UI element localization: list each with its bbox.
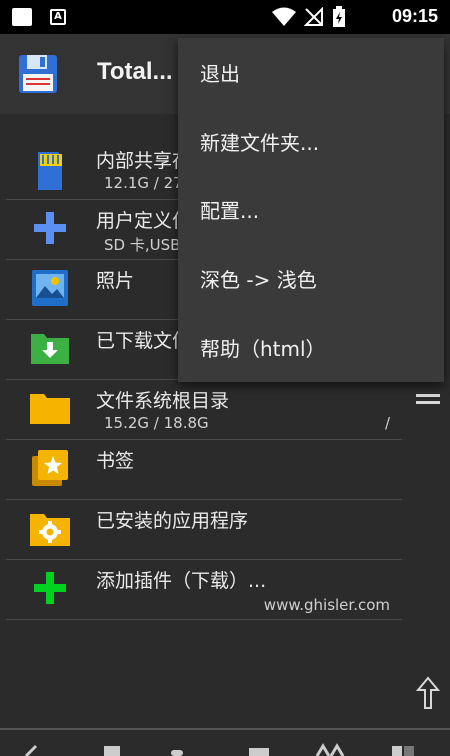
menu-item-settings[interactable]: 配置... bbox=[178, 176, 444, 245]
list-item-add-plugins[interactable]: 添加插件（下载）... www.ghisler.com bbox=[0, 560, 450, 620]
item-url: www.ghisler.com bbox=[263, 596, 390, 614]
list-item-root-filesystem[interactable]: 文件系统根目录 15.2G / 18.8G / bbox=[0, 380, 450, 440]
status-bar: A 09:15 bbox=[0, 0, 450, 34]
notification-square-icon bbox=[12, 8, 32, 26]
notification-a-icon: A bbox=[50, 9, 66, 25]
no-signal-icon bbox=[304, 7, 323, 26]
list-item-bookmarks[interactable]: 书签 bbox=[0, 440, 450, 500]
photo-icon bbox=[32, 270, 68, 306]
wifi-icon bbox=[272, 7, 296, 26]
item-subtitle: SD 卡,USB bbox=[104, 236, 181, 254]
bookmark-star-icon bbox=[32, 450, 68, 486]
list-item-installed-apps[interactable]: 已安装的应用程序 bbox=[0, 500, 450, 560]
folder-icon bbox=[30, 394, 70, 424]
item-title: 书签 bbox=[96, 450, 135, 472]
plus-icon bbox=[34, 212, 66, 244]
menu-item-exit[interactable]: 退出 bbox=[178, 38, 444, 107]
item-path: / bbox=[384, 414, 390, 432]
clock: 09:15 bbox=[391, 6, 438, 26]
item-title: 照片 bbox=[96, 270, 135, 292]
battery-charging-icon bbox=[333, 6, 345, 27]
menu-item-theme-toggle[interactable]: 深色 -> 浅色 bbox=[178, 244, 444, 313]
item-title: 文件系统根目录 bbox=[96, 390, 230, 412]
item-subtitle: 12.1G / 27 bbox=[104, 174, 183, 192]
hamburger-menu-icon[interactable] bbox=[416, 394, 440, 410]
app-folder-gear-icon bbox=[30, 514, 70, 546]
sd-card-icon bbox=[38, 152, 62, 190]
floppy-disk-icon[interactable] bbox=[18, 54, 58, 94]
item-title: 添加插件（下载）... bbox=[96, 570, 267, 592]
download-folder-icon bbox=[31, 334, 69, 364]
item-title: 已安装的应用程序 bbox=[96, 510, 249, 532]
menu-item-new-folder[interactable]: 新建文件夹... bbox=[178, 107, 444, 176]
bottom-toolbar bbox=[0, 728, 450, 756]
scroll-up-arrow-icon[interactable] bbox=[416, 676, 440, 710]
green-plus-icon bbox=[34, 572, 66, 604]
overflow-menu: 退出 新建文件夹... 配置... 深色 -> 浅色 帮助（html） bbox=[178, 38, 444, 382]
item-subtitle: 15.2G / 18.8G bbox=[104, 414, 209, 432]
menu-item-help[interactable]: 帮助（html） bbox=[178, 313, 444, 382]
divider bbox=[6, 619, 402, 620]
item-title: 已下载文件 bbox=[96, 330, 192, 352]
app-title: Total... bbox=[97, 58, 173, 85]
